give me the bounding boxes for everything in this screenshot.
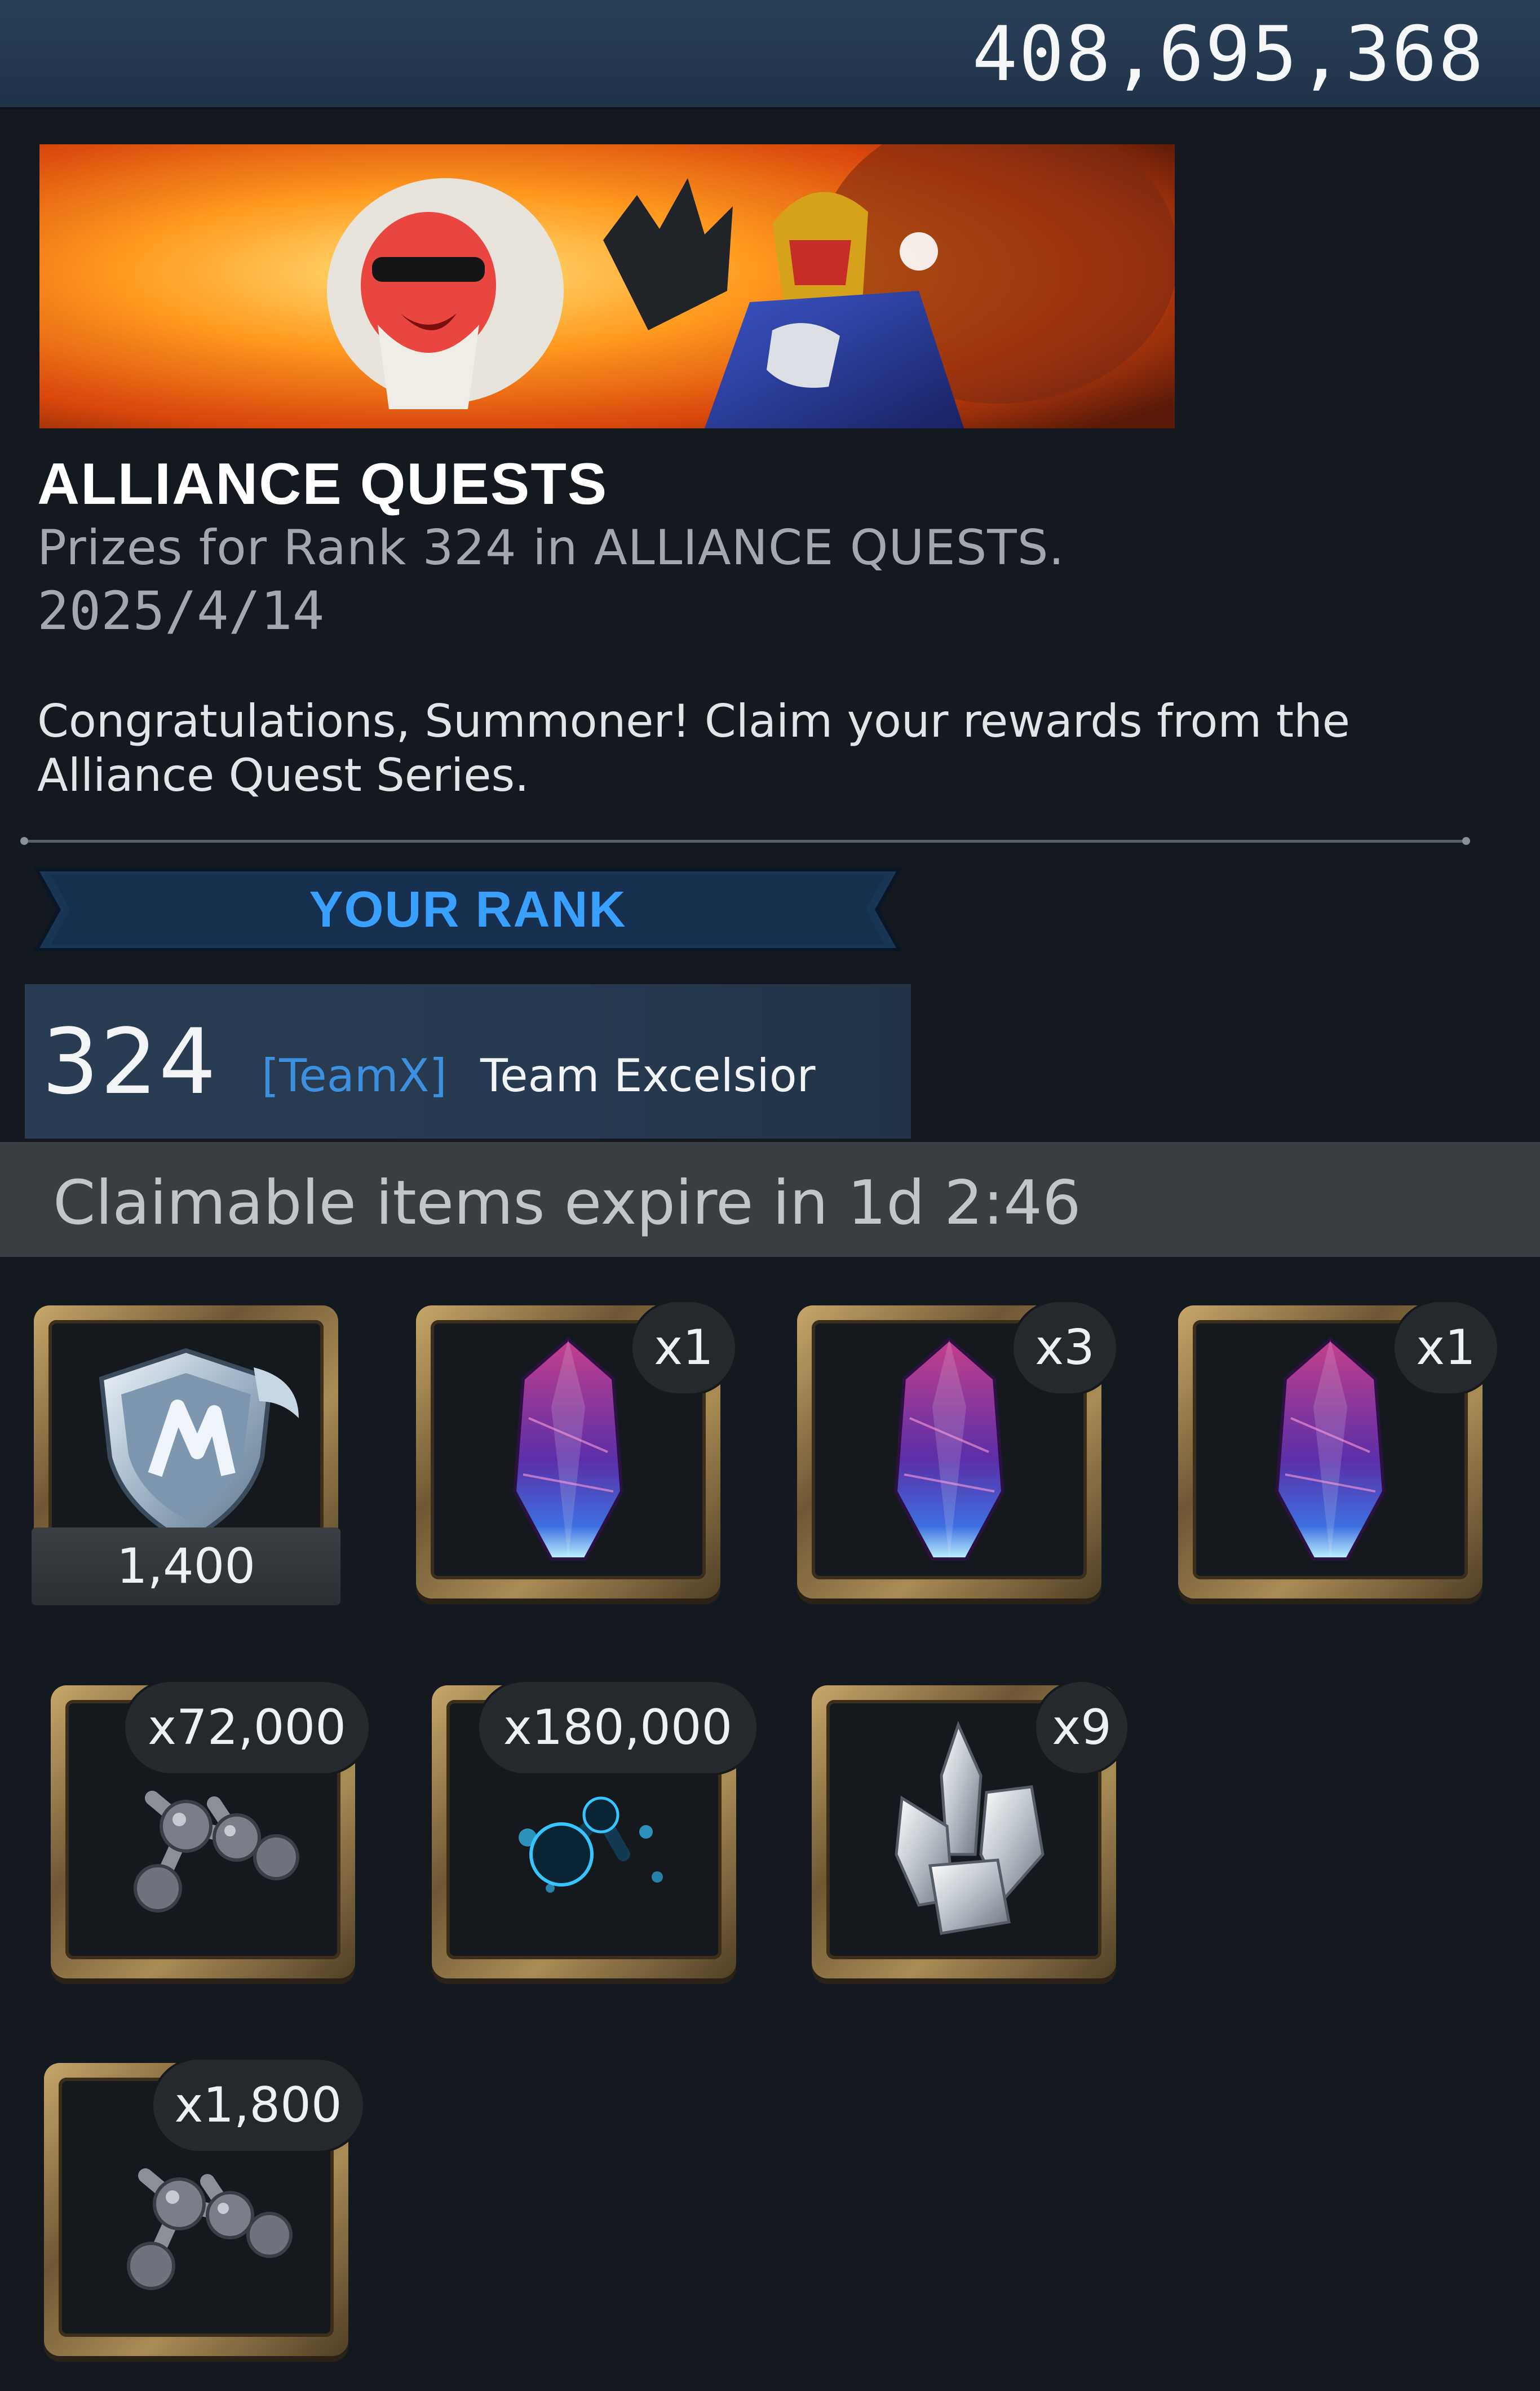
reward-item-glory[interactable]: 1,400 [32, 1305, 340, 1605]
reward-qty-badge: x180,000 [477, 1680, 759, 1775]
event-subtitle: Prizes for Rank 324 in ALLIANCE QUESTS. [37, 520, 1065, 576]
your-rank-ribbon: YOUR RANK [34, 868, 902, 951]
your-rank-label: YOUR RANK [309, 881, 627, 938]
rank-panel: 324 [TeamX] Team Excelsior [25, 984, 911, 1139]
alliance-tag: [TeamX] [262, 1050, 447, 1102]
reward-item-gray-catalyst[interactable]: x72,000 [51, 1680, 371, 1978]
reward-item-clear-crystal[interactable]: x9 [812, 1680, 1130, 1978]
section-divider [20, 837, 1470, 845]
reward-qty-badge: x3 [1011, 1300, 1118, 1396]
reward-qty-badge: x1 [630, 1300, 737, 1396]
reward-item-crystal-1[interactable]: x1 [416, 1300, 737, 1599]
rank-value: 324 [42, 1009, 218, 1114]
reward-qty-badge: x9 [1034, 1680, 1130, 1775]
reward-qty-badge: x1,800 [151, 2057, 365, 2153]
alliance-name: Team Excelsior [480, 1050, 816, 1102]
reward-item-blue-catalyst[interactable]: x180,000 [432, 1680, 759, 1978]
units-balance: 408,695,368 [972, 10, 1485, 98]
banner-artwork [39, 144, 1175, 428]
event-banner-image [39, 144, 1175, 428]
reward-item-crystal-3[interactable]: x3 [797, 1300, 1118, 1599]
event-date: 2025/4/14 [37, 581, 325, 642]
expiry-text: Claimable items expire in 1d 2:46 [53, 1168, 1081, 1238]
top-bar: 408,695,368 [0, 0, 1540, 109]
reward-item-gray-catalyst-small[interactable]: x1,800 [44, 2057, 365, 2356]
event-title: ALLIANCE QUESTS [37, 451, 608, 517]
event-message: Congratulations, Summoner! Claim your re… [37, 695, 1350, 802]
reward-qty-badge: x1 [1392, 1300, 1499, 1396]
expiry-bar: Claimable items expire in 1d 2:46 [0, 1142, 1540, 1257]
reward-count: 1,400 [32, 1527, 340, 1605]
reward-item-crystal-4[interactable]: x1 [1178, 1300, 1499, 1599]
reward-qty-badge: x72,000 [123, 1680, 371, 1775]
